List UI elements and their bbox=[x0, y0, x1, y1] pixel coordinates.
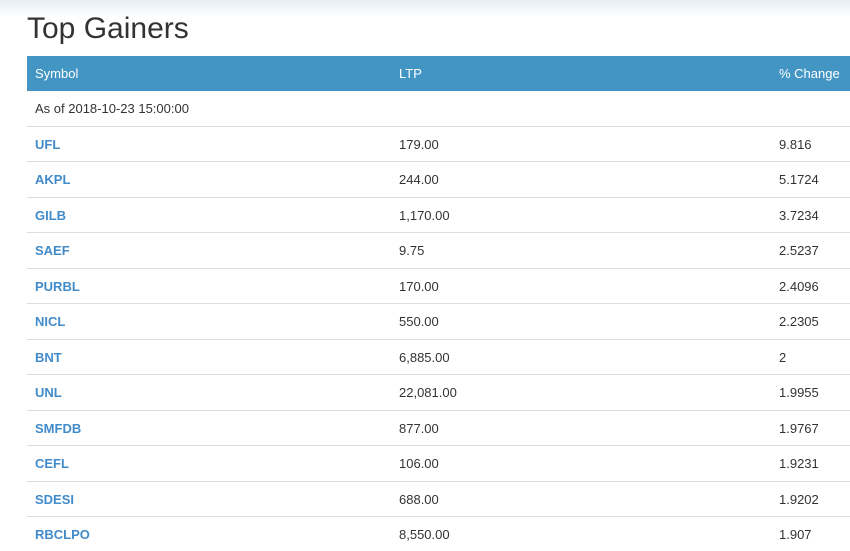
change-cell: 2 bbox=[779, 349, 787, 365]
change-cell: 2.4096 bbox=[779, 278, 819, 294]
change-cell: 1.9955 bbox=[779, 385, 819, 400]
ltp-cell: 179.00 bbox=[399, 136, 439, 152]
table-row: CEFL 106.00 1.9231 bbox=[27, 446, 850, 482]
symbol-link[interactable]: BNT bbox=[35, 350, 62, 365]
change-cell: 2.5237 bbox=[779, 243, 819, 258]
symbol-cell: UNL bbox=[35, 375, 62, 410]
page: Top Gainers Symbol LTP % Change As of 20… bbox=[0, 0, 850, 551]
table-row: SAEF 9.75 2.5237 bbox=[27, 233, 850, 269]
table-row: SDESI 688.00 1.9202 bbox=[27, 482, 850, 517]
top-gainers-table: Symbol LTP % Change As of 2018-10-23 15:… bbox=[27, 56, 850, 551]
symbol-link[interactable]: GILB bbox=[35, 208, 66, 223]
symbol-link[interactable]: UNL bbox=[35, 385, 62, 400]
change-cell: 1.9767 bbox=[779, 420, 819, 436]
symbol-cell: AKPL bbox=[35, 162, 70, 197]
symbol-cell: PURBL bbox=[35, 269, 80, 304]
ltp-cell: 8,550.00 bbox=[399, 527, 450, 542]
table-header: Symbol LTP % Change bbox=[27, 56, 850, 91]
header-symbol: Symbol bbox=[35, 66, 79, 81]
symbol-cell: RBCLPO bbox=[35, 517, 90, 551]
change-cell: 1.9202 bbox=[779, 491, 819, 507]
symbol-link[interactable]: PURBL bbox=[35, 279, 80, 294]
change-cell: 9.816 bbox=[779, 136, 812, 152]
as-of-row: As of 2018-10-23 15:00:00 bbox=[27, 91, 850, 127]
symbol-link[interactable]: AKPL bbox=[35, 172, 70, 187]
symbol-link[interactable]: UFL bbox=[35, 137, 60, 152]
change-cell: 1.907 bbox=[779, 527, 812, 542]
ltp-cell: 1,170.00 bbox=[399, 207, 450, 223]
page-title: Top Gainers bbox=[27, 12, 189, 45]
symbol-link[interactable]: RBCLPO bbox=[35, 527, 90, 542]
symbol-cell: SMFDB bbox=[35, 411, 81, 446]
ltp-cell: 9.75 bbox=[399, 243, 425, 258]
table-row: UFL 179.00 9.816 bbox=[27, 127, 850, 162]
symbol-link[interactable]: NICL bbox=[35, 314, 65, 329]
symbol-link[interactable]: CEFL bbox=[35, 456, 69, 471]
header-ltp: LTP bbox=[399, 66, 422, 81]
table-body: UFL 179.00 9.816 AKPL 244.00 5.1724 GILB 1,170.… bbox=[27, 127, 850, 551]
symbol-cell: NICL bbox=[35, 304, 65, 339]
symbol-cell: GILB bbox=[35, 198, 66, 233]
ltp-cell: 244.00 bbox=[399, 172, 439, 187]
ltp-cell: 877.00 bbox=[399, 420, 439, 436]
symbol-link[interactable]: SMFDB bbox=[35, 421, 81, 436]
table-row: BNT 6,885.00 2 bbox=[27, 340, 850, 375]
as-of-timestamp: As of 2018-10-23 15:00:00 bbox=[35, 101, 189, 116]
ltp-cell: 688.00 bbox=[399, 491, 439, 507]
symbol-cell: CEFL bbox=[35, 446, 69, 481]
table-row: PURBL 170.00 2.4096 bbox=[27, 269, 850, 304]
symbol-link[interactable]: SAEF bbox=[35, 243, 70, 258]
change-cell: 2.2305 bbox=[779, 314, 819, 329]
table-row: UNL 22,081.00 1.9955 bbox=[27, 375, 850, 411]
ltp-cell: 106.00 bbox=[399, 456, 439, 471]
change-cell: 1.9231 bbox=[779, 456, 819, 471]
change-cell: 3.7234 bbox=[779, 207, 819, 223]
symbol-cell: SAEF bbox=[35, 233, 70, 268]
ltp-cell: 6,885.00 bbox=[399, 349, 450, 365]
symbol-cell: BNT bbox=[35, 340, 62, 375]
table-row: RBCLPO 8,550.00 1.907 bbox=[27, 517, 850, 551]
symbol-cell: UFL bbox=[35, 127, 60, 162]
header-change: % Change bbox=[779, 66, 840, 81]
table-row: SMFDB 877.00 1.9767 bbox=[27, 411, 850, 446]
table-row: GILB 1,170.00 3.7234 bbox=[27, 198, 850, 233]
ltp-cell: 550.00 bbox=[399, 314, 439, 329]
ltp-cell: 22,081.00 bbox=[399, 385, 457, 400]
ltp-cell: 170.00 bbox=[399, 278, 439, 294]
table-row: NICL 550.00 2.2305 bbox=[27, 304, 850, 340]
symbol-link[interactable]: SDESI bbox=[35, 492, 74, 507]
symbol-cell: SDESI bbox=[35, 482, 74, 517]
table-row: AKPL 244.00 5.1724 bbox=[27, 162, 850, 198]
change-cell: 5.1724 bbox=[779, 172, 819, 187]
